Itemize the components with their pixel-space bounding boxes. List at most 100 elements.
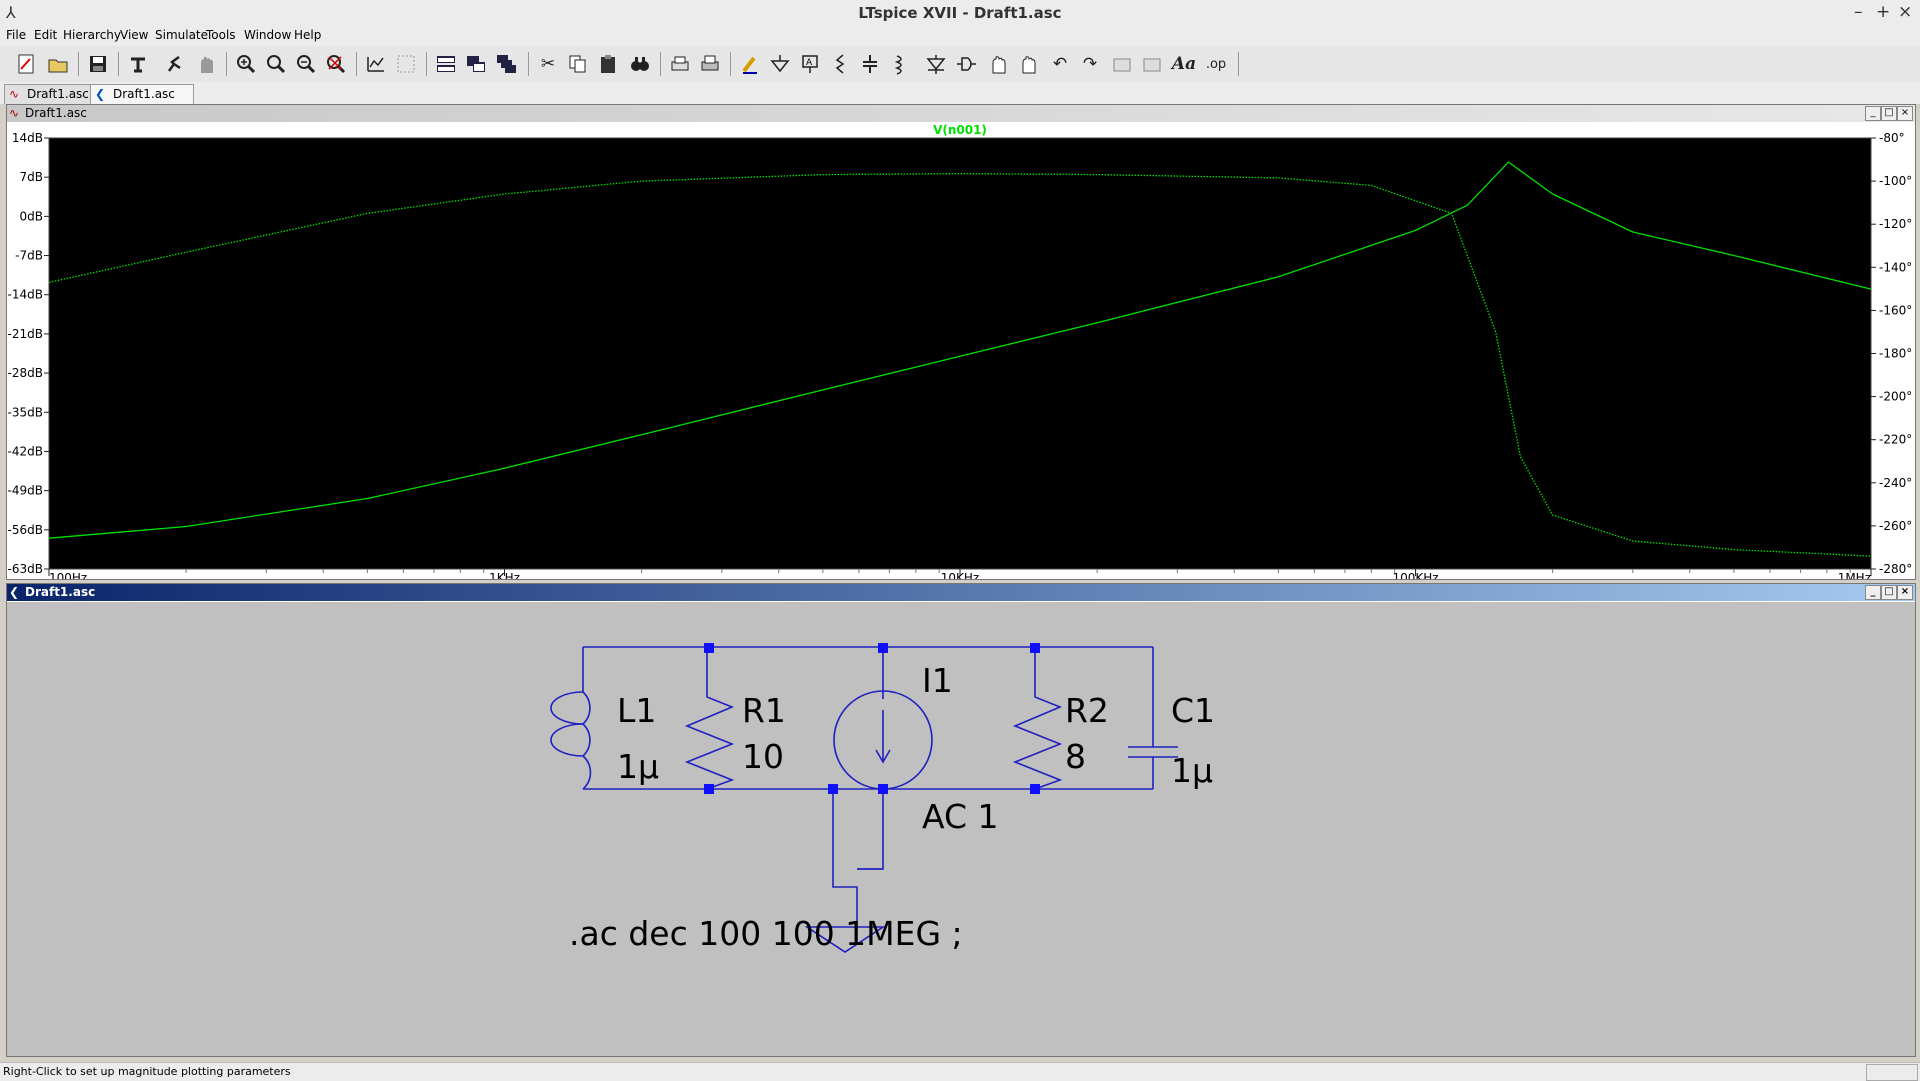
r2-value: 8 <box>1065 737 1086 776</box>
y-right-tick-label: -100° <box>1879 174 1912 188</box>
spice-directive[interactable]: .ac dec 100 100 1MEG ; <box>569 914 963 953</box>
schematic-window-titlebar[interactable]: ❮ Draft1.asc _ □ × <box>7 584 1915 601</box>
c1-value: 1µ <box>1171 751 1213 790</box>
menu-view[interactable]: View <box>120 28 148 42</box>
label-net-icon[interactable]: A <box>796 51 824 77</box>
menu-help[interactable]: Help <box>294 28 321 42</box>
restore-button[interactable]: □ <box>1881 585 1897 600</box>
zoom-area-icon[interactable] <box>262 51 290 77</box>
toolbar-separator <box>118 52 119 76</box>
plot-window-titlebar[interactable]: ∿ Draft1.asc _ □ × <box>7 105 1915 122</box>
toolbar-separator <box>226 52 227 76</box>
menu-hierarchy[interactable]: Hierarchy <box>63 28 121 42</box>
capacitor-icon[interactable] <box>856 51 884 77</box>
zoom-fit-icon[interactable] <box>322 51 350 77</box>
current-source-i1[interactable] <box>833 647 933 790</box>
y-right-tick-label: -140° <box>1879 260 1912 274</box>
tile-horizontal-icon[interactable] <box>432 51 460 77</box>
component-icon[interactable] <box>952 51 980 77</box>
plot-settings-icon[interactable] <box>392 51 420 77</box>
minimize-button[interactable]: _ <box>1865 106 1881 121</box>
cut-icon[interactable]: ✂ <box>534 51 562 77</box>
waveform-icon: ∿ <box>9 87 20 101</box>
schematic-canvas[interactable]: L1 1µ R1 10 I1 AC 1 R2 8 C1 1µ .ac dec 1… <box>7 602 1915 1056</box>
menu-edit[interactable]: Edit <box>34 28 57 42</box>
status-text: Right-Click to set up magnitude plotting… <box>3 1065 291 1078</box>
maximize-button[interactable]: + <box>1876 2 1890 22</box>
y-right-tick-label: -80° <box>1879 131 1905 145</box>
resistor-r2[interactable] <box>1012 647 1063 790</box>
tab-schematic[interactable]: ❮ Draft1.asc <box>90 84 194 104</box>
waveform-plot[interactable]: 100Hz 1KHz 10KHz 100KHz 1MHz 14dB 7dB 0dB -7dB -1… <box>7 123 1915 585</box>
toolbar-separator <box>426 52 427 76</box>
y-left-tick-label: -14dB <box>8 288 43 302</box>
resistor-r1[interactable] <box>684 647 735 790</box>
move-icon[interactable] <box>984 51 1012 77</box>
l1-name: L1 <box>617 691 656 730</box>
trace-label: V(n001) <box>933 123 987 137</box>
open-icon[interactable] <box>44 51 72 77</box>
copy-icon[interactable] <box>564 51 592 77</box>
diode-icon[interactable] <box>922 51 950 77</box>
y-left-tick-label: 0dB <box>20 209 43 223</box>
minimize-button[interactable]: – <box>1854 2 1863 22</box>
plot-window[interactable]: ∿ Draft1.asc _ □ × 100Hz 1KHz 10KHz 100KHz 1… <box>6 104 1916 585</box>
menu-simulate[interactable]: Simulate <box>155 28 208 42</box>
zoom-in-icon[interactable] <box>232 51 260 77</box>
x-tick-label: 1MHz <box>1838 571 1871 579</box>
y-right-tick-label: -180° <box>1879 347 1912 361</box>
schematic-drawing[interactable]: L1 1µ R1 10 I1 AC 1 R2 8 C1 1µ .ac dec 1… <box>7 602 1915 1056</box>
mirror-icon[interactable] <box>1138 51 1166 77</box>
y-left-tick-label: -21dB <box>8 327 43 341</box>
run-icon[interactable] <box>160 51 188 77</box>
r1-value: 10 <box>742 737 784 776</box>
close-button[interactable]: × <box>1897 106 1913 121</box>
rotate-icon[interactable] <box>1108 51 1136 77</box>
y-left-tick-label: -7dB <box>15 249 43 263</box>
menu-file[interactable]: File <box>6 28 26 42</box>
toolbar-separator <box>78 52 79 76</box>
tab-label: Draft1.asc <box>27 87 89 101</box>
status-bar: Right-Click to set up magnitude plotting… <box>0 1062 1920 1081</box>
save-icon[interactable] <box>84 51 112 77</box>
cascade-icon[interactable] <box>492 51 520 77</box>
close-button[interactable]: × <box>1898 2 1912 22</box>
menu-tools[interactable]: Tools <box>206 28 236 42</box>
new-schematic-icon[interactable] <box>12 51 40 77</box>
spice-directive-icon[interactable]: .op <box>1202 51 1230 77</box>
waveform-chart[interactable]: 100Hz 1KHz 10KHz 100KHz 1MHz 14dB 7dB 0dB -7dB -1… <box>7 123 1915 585</box>
schematic-window[interactable]: ❮ Draft1.asc _ □ × L1 1µ R1 10 I1 AC 1 R… <box>6 583 1916 1057</box>
text-icon[interactable]: Aa <box>1170 51 1198 77</box>
x-tick-label: 100Hz <box>49 571 87 579</box>
control-panel-icon[interactable] <box>124 51 152 77</box>
undo-icon[interactable]: ↶ <box>1046 51 1074 77</box>
find-icon[interactable] <box>626 51 654 77</box>
paste-icon[interactable] <box>594 51 622 77</box>
inductor-icon[interactable] <box>886 51 914 77</box>
document-tabs: ∿ Draft1.asc ❮ Draft1.asc <box>0 82 1920 104</box>
tile-vertical-icon[interactable] <box>462 51 490 77</box>
inductor-l1[interactable] <box>550 647 592 790</box>
restore-button[interactable]: □ <box>1881 106 1897 121</box>
wire-icon[interactable] <box>736 51 764 77</box>
y-left-tick-label: -35dB <box>8 405 43 419</box>
halt-icon[interactable] <box>192 51 220 77</box>
y-left-tick-label: -56dB <box>8 523 43 537</box>
toolbar-separator <box>528 52 529 76</box>
menu-window[interactable]: Window <box>244 28 291 42</box>
tab-label: Draft1.asc <box>113 87 175 101</box>
print-icon[interactable] <box>666 51 694 77</box>
minimize-button[interactable]: _ <box>1865 585 1881 600</box>
schematic-icon: ❮ <box>9 585 20 599</box>
autorange-icon[interactable] <box>362 51 390 77</box>
window-title: LTspice XVII - Draft1.asc <box>858 4 1062 22</box>
y-right-tick-label: -280° <box>1879 562 1912 576</box>
drag-icon[interactable] <box>1014 51 1042 77</box>
ground-icon[interactable] <box>766 51 794 77</box>
print-setup-icon[interactable] <box>696 51 724 77</box>
redo-icon[interactable]: ↷ <box>1076 51 1104 77</box>
toolbar-separator <box>1238 52 1239 76</box>
resistor-icon[interactable] <box>826 51 854 77</box>
close-button[interactable]: × <box>1897 585 1913 600</box>
zoom-out-icon[interactable] <box>292 51 320 77</box>
